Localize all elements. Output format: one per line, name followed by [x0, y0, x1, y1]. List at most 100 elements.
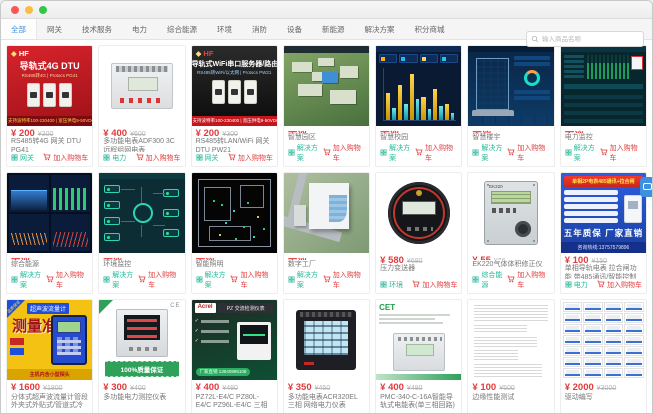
product-price: ¥ 400: [380, 382, 404, 393]
add-to-cart-button[interactable]: 加入购物车: [138, 270, 180, 290]
product-card[interactable]: ¥ 2000¥3000驱动编写: [560, 299, 647, 414]
product-card[interactable]: ¥ 400¥600多功能电表ADF300 3C远程组网电表电力加入购物车: [98, 45, 185, 167]
category-tab[interactable]: 消防: [242, 19, 277, 39]
catalog-tile: [563, 313, 583, 323]
price-row: ¥ 1600¥1800: [7, 380, 92, 393]
add-to-cart-button[interactable]: 加入购物车: [46, 270, 88, 290]
add-to-cart-button[interactable]: 加入购物车: [323, 270, 365, 290]
category-tab[interactable]: 电力: [122, 19, 157, 39]
din-device: [228, 80, 241, 104]
product-image: [192, 173, 277, 253]
category-tab[interactable]: 设备: [277, 19, 312, 39]
search-input[interactable]: [542, 36, 639, 43]
product-card[interactable]: ¥ 100¥500边缘性能测试: [467, 299, 554, 414]
category-tag[interactable]: 综合能源: [472, 270, 507, 290]
price-row: ¥ 100¥500: [468, 380, 553, 393]
category-tag[interactable]: 电力: [565, 280, 588, 290]
product-card[interactable]: 面议智慧校园解决方案加入购物车: [375, 45, 462, 167]
product-image: [99, 46, 184, 126]
search-icon: [531, 35, 539, 43]
category-tag[interactable]: 解决方案: [103, 270, 138, 290]
product-card[interactable]: CE100%质量保证¥ 300¥400多功能电力测控仪表: [98, 299, 185, 414]
add-to-cart-button[interactable]: 加入购物车: [597, 280, 642, 290]
product-card[interactable]: 面议智能照明解决方案加入购物车: [191, 172, 278, 294]
category-tag[interactable]: 电力: [103, 153, 126, 163]
search-box[interactable]: [526, 31, 644, 47]
product-card[interactable]: 面议智慧楼宇解决方案加入购物车: [467, 45, 554, 167]
category-tag[interactable]: 解决方案: [472, 143, 507, 163]
category-tab[interactable]: 全部: [1, 19, 37, 39]
product-card[interactable]: ¥ 350¥450多功能电表ACR320EL 三相 网络电力仪表 RS485/M…: [283, 299, 370, 414]
category-tag[interactable]: 网关: [196, 153, 219, 163]
product-card[interactable]: 面议综合能源解决方案加入购物车: [6, 172, 93, 294]
add-to-cart-button[interactable]: 加入购物车: [507, 143, 549, 163]
category-tab[interactable]: 技术服务: [72, 19, 122, 39]
customer-service-button[interactable]: [640, 177, 653, 197]
tag-icon: [472, 149, 479, 158]
din-meter-graphic: [393, 333, 445, 371]
category-tag[interactable]: 解决方案: [196, 270, 231, 290]
product-card[interactable]: 品质保证超声波流量计测量准主机内含小型探头¥ 1600¥1800分体式超声波流量…: [6, 299, 93, 414]
category-tag[interactable]: 环境: [380, 280, 403, 290]
category-tab[interactable]: 网关: [37, 19, 72, 39]
product-card[interactable]: HF导轨式4G DTURS485转4G | Protocs PG41支持波特率1…: [6, 45, 93, 167]
product-card[interactable]: 面议数字工厂解决方案加入购物车: [283, 172, 370, 294]
add-to-cart-label: 加入购物车: [422, 280, 457, 290]
product-card[interactable]: HF导轨式WiFi串口服务器/路由器RS485转WiFi/以太网 | Proto…: [191, 45, 278, 167]
product-card[interactable]: 面议智慧园区解决方案加入购物车: [283, 45, 370, 167]
price-row: 面议: [7, 253, 92, 260]
add-to-cart-button[interactable]: 加入购物车: [136, 153, 181, 163]
building-block: [298, 84, 322, 96]
tile-caption-bar: [606, 308, 622, 310]
product-card[interactable]: EK220¥ 55¥66EK220气体体积修正仪综合能源加入购物车: [467, 172, 554, 294]
category-tag[interactable]: 解决方案: [11, 270, 46, 290]
add-to-cart-button[interactable]: 加入购物车: [230, 270, 272, 290]
category-tab[interactable]: 解决方案: [355, 19, 405, 39]
tag-label: 解决方案: [20, 270, 46, 290]
add-to-cart-button[interactable]: 加入购物车: [600, 143, 642, 163]
category-tag[interactable]: 网关: [11, 153, 34, 163]
add-to-cart-button[interactable]: 加入购物车: [323, 143, 365, 163]
close-button[interactable]: [11, 6, 19, 14]
catalog-tile: [583, 324, 603, 334]
category-tab[interactable]: 环境: [207, 19, 242, 39]
flow-node: [163, 209, 179, 217]
product-title: 多功能电表ACR320EL 三相 网络电力仪表 RS485/Modbus: [284, 393, 369, 410]
product-card[interactable]: 单相2P电表485通讯+拉合闸五年质保 厂家直销咨询热线:13757579896…: [560, 172, 647, 294]
feature-pill: [564, 190, 618, 195]
feature-list: ✓✓✓: [195, 318, 229, 344]
tag-icon: [288, 149, 295, 158]
product-image: [376, 46, 461, 126]
product-image: CET: [376, 300, 461, 380]
brand-dot: [416, 190, 422, 196]
category-tab[interactable]: 新能源: [312, 19, 355, 39]
product-card[interactable]: 面议电力监控解决方案加入购物车: [560, 45, 647, 167]
product-card[interactable]: ¥ 580¥680压力变送器环境加入购物车: [375, 172, 462, 294]
category-tag[interactable]: 解决方案: [565, 143, 600, 163]
catalog-tile: [583, 335, 603, 345]
product-title: EK220气体体积修正仪: [468, 260, 553, 269]
flow-node: [163, 189, 179, 197]
add-to-cart-button[interactable]: 加入购物车: [412, 280, 457, 290]
category-tag[interactable]: 解决方案: [288, 270, 323, 290]
add-to-cart-button[interactable]: 加入购物车: [43, 153, 88, 163]
category-tab[interactable]: 综合能源: [157, 19, 207, 39]
feature-item: ✓: [195, 318, 229, 324]
text-lines: [474, 305, 547, 321]
product-image: [376, 173, 461, 253]
stat-bar: [564, 55, 584, 58]
node-dot: [166, 192, 169, 195]
maximize-button[interactable]: [39, 6, 47, 14]
category-tab[interactable]: 积分商城: [405, 19, 455, 39]
product-card[interactable]: 面议环境监控解决方案加入购物车: [98, 172, 185, 294]
add-to-cart-button[interactable]: 加入购物车: [415, 143, 457, 163]
product-card[interactable]: AcrelPZ 交流检测仪表✓✓✓厂家直销 13840995108¥ 400¥4…: [191, 299, 278, 414]
highlight-building: [322, 72, 338, 83]
minimize-button[interactable]: [25, 6, 33, 14]
add-to-cart-button[interactable]: 加入购物车: [228, 153, 273, 163]
catalog-tile: [604, 335, 624, 345]
add-to-cart-button[interactable]: 加入购物车: [507, 270, 549, 290]
category-tag[interactable]: 解决方案: [380, 143, 415, 163]
product-card[interactable]: CET¥ 400¥480PMC-340-C-16A智能导轨式电能表(单三相回路)…: [375, 299, 462, 414]
category-tag[interactable]: 解决方案: [288, 143, 323, 163]
